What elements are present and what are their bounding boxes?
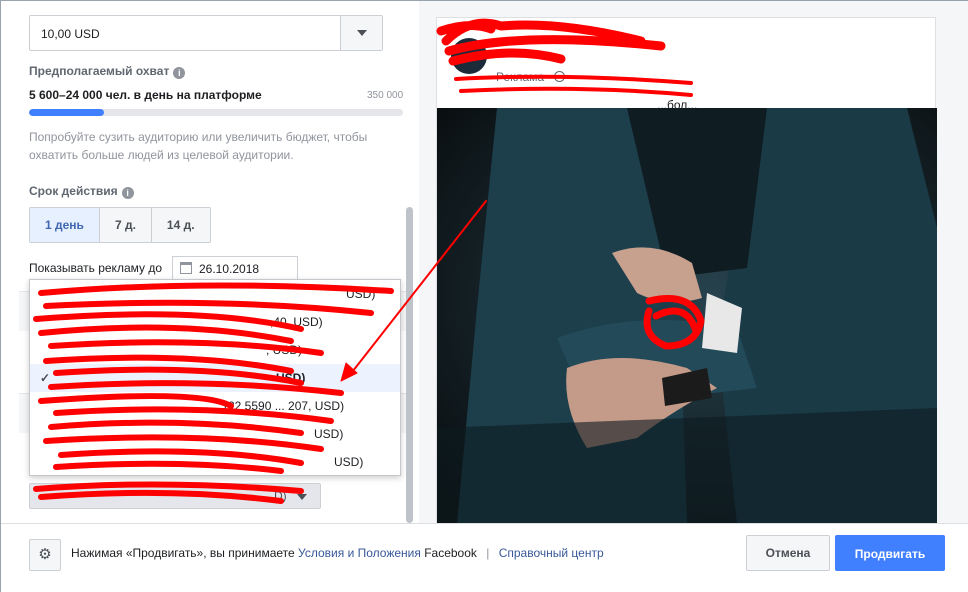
dropdown-option[interactable]: USD)	[30, 420, 400, 448]
terms-prefix: Нажимая «Продвигать», вы принимаете	[71, 546, 295, 560]
reach-max-label: 350 000	[367, 90, 404, 101]
duration-option-1-day[interactable]: 1 день	[30, 208, 100, 242]
chevron-down-icon	[357, 30, 367, 36]
duration-title-text: Срок действия	[29, 184, 118, 198]
end-date-value: 26.10.2018	[199, 262, 260, 276]
duration-option-7-days[interactable]: 7 д.	[100, 208, 152, 242]
footer-separator: |	[486, 546, 490, 560]
dropdown-option-label: ,40, USD)	[270, 315, 323, 329]
budget-value: 10,00 USD	[41, 27, 100, 41]
gear-icon[interactable]: ⚙	[29, 539, 61, 571]
dropdown-option-label: (22 5590 ... 207, USD)	[224, 399, 345, 413]
ad-preview-card: Реклама · ...бол...	[436, 17, 937, 524]
info-icon[interactable]: i	[173, 67, 186, 79]
scrollbar[interactable]	[406, 207, 413, 523]
reach-estimate: 5 600–24 000 чел. в день на платформе	[29, 88, 262, 102]
dropdown-option[interactable]: ,40, USD)	[30, 308, 400, 336]
dropdown-option[interactable]: USD)	[30, 280, 400, 308]
dropdown-option[interactable]: USD)	[30, 448, 400, 476]
dropdown-option-label: , USD)	[266, 343, 302, 357]
dropdown-option[interactable]: , USD)	[30, 336, 400, 364]
avatar	[451, 38, 487, 74]
dropdown-option-selected[interactable]: ✓ USD)	[30, 364, 400, 392]
terms-text: Нажимая «Продвигать», вы принимаете Усло…	[71, 546, 604, 560]
post-header: Реклама · ...бол...	[437, 18, 937, 112]
calendar-icon	[180, 262, 192, 274]
budget-select[interactable]: 10,00 USD	[29, 15, 383, 51]
end-date-input[interactable]: 26.10.2018	[172, 256, 298, 280]
dropdown-option-label: USD)	[334, 455, 364, 469]
bottom-select-value: D)	[274, 489, 287, 503]
help-center-link[interactable]: Справочный центр	[499, 546, 604, 560]
sponsored-text: Реклама ·	[496, 70, 552, 84]
reach-title: Предполагаемый охват i	[29, 64, 186, 79]
currency-budget-dropdown: USD) ,40, USD) , USD) ✓ USD) (22 5590 ...…	[29, 279, 401, 476]
terms-link[interactable]: Условия и Положения	[298, 546, 421, 560]
duration-selector: 1 день 7 д. 14 д.	[29, 207, 211, 243]
reach-bar	[29, 109, 403, 116]
dialog-footer: ⚙ Нажимая «Продвигать», вы принимаете Ус…	[1, 523, 968, 592]
show-until-label: Показывать рекламу до	[29, 261, 163, 275]
dropdown-option-label: USD)	[346, 287, 376, 301]
boost-post-dialog: 10,00 USD Предполагаемый охват i 5 600–24…	[0, 0, 968, 592]
ad-preview-panel: Реклама · ...бол...	[419, 1, 968, 524]
reach-hint: Попробуйте сузить аудиторию или увеличит…	[29, 130, 368, 162]
terms-suffix: Facebook	[424, 546, 477, 560]
dropdown-option-label: USD)	[276, 371, 306, 385]
boost-button[interactable]: Продвигать	[835, 535, 945, 571]
reach-bar-fill	[29, 109, 104, 116]
duration-title: Срок действия i	[29, 184, 134, 199]
cancel-button[interactable]: Отмена	[746, 535, 830, 571]
bottom-select[interactable]: D)	[29, 483, 321, 509]
check-icon: ✓	[40, 371, 51, 385]
info-icon[interactable]: i	[121, 187, 134, 199]
budget-dropdown-button[interactable]	[340, 16, 382, 50]
dropdown-option-label: USD)	[314, 427, 344, 441]
chevron-down-icon	[297, 494, 307, 500]
sponsored-label: Реклама ·	[496, 70, 566, 84]
suit-photo-illustration	[437, 108, 937, 524]
settings-panel: 10,00 USD Предполагаемый охват i 5 600–24…	[1, 1, 419, 523]
reach-title-text: Предполагаемый охват	[29, 64, 170, 78]
dropdown-option[interactable]: (22 5590 ... 207, USD)	[30, 392, 400, 420]
ad-photo	[437, 108, 937, 524]
globe-icon	[554, 71, 566, 82]
duration-option-14-days[interactable]: 14 д.	[152, 208, 210, 242]
